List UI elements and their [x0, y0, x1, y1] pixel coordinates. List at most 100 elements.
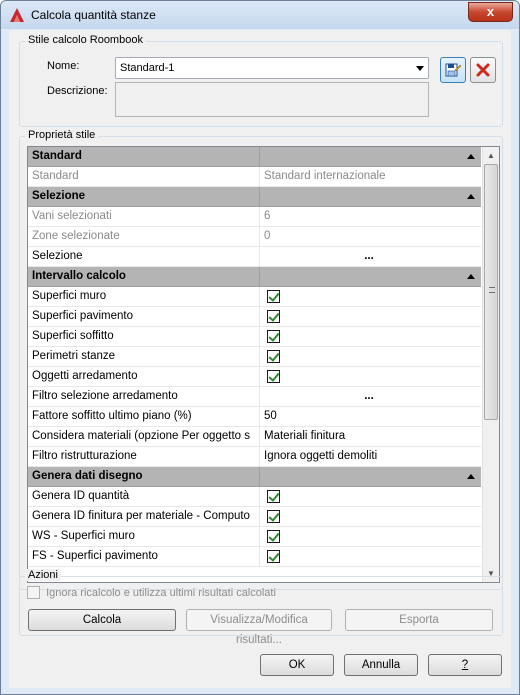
property-row[interactable]: Superfici soffitto — [28, 327, 481, 347]
property-value: Standard internazionale — [264, 170, 386, 182]
property-row[interactable]: Genera ID finitura per materiale - Compu… — [28, 507, 481, 527]
property-row[interactable]: Zone selezionate 0 — [28, 227, 481, 247]
property-value[interactable]: 50 — [261, 407, 481, 427]
category-label: Selezione — [28, 187, 260, 207]
vertical-scrollbar[interactable]: ▲ ▼ — [482, 147, 499, 582]
properties-group-label: Proprietà stile — [25, 129, 99, 141]
property-checkbox-cell[interactable] — [261, 527, 481, 547]
checked-checkbox-icon[interactable] — [267, 370, 280, 383]
actions-group-label: Azioni — [25, 569, 61, 581]
category-label: Standard — [28, 147, 260, 167]
ignore-recalc-checkbox[interactable]: Ignora ricalcolo e utilizza ultimi risul… — [27, 586, 276, 599]
checked-checkbox-icon[interactable] — [267, 290, 280, 303]
property-name: Superfici muro — [28, 287, 260, 307]
scroll-thumb[interactable] — [484, 164, 498, 420]
category-label: Intervallo calcolo — [28, 267, 260, 287]
red-x-icon — [476, 63, 490, 77]
description-label: Descrizione: — [47, 85, 108, 97]
property-checkbox-cell[interactable] — [261, 307, 481, 327]
property-checkbox-cell[interactable] — [261, 327, 481, 347]
property-name: Genera ID quantità — [28, 487, 260, 507]
property-row[interactable]: Standard Standard internazionale — [28, 167, 481, 187]
property-name: Vani selezionati — [28, 207, 260, 227]
property-checkbox-cell[interactable] — [261, 367, 481, 387]
help-button[interactable]: ? — [428, 654, 502, 676]
esporta-button[interactable]: Esporta — [345, 609, 493, 631]
property-value[interactable]: Materiali finitura — [261, 427, 481, 447]
checked-checkbox-icon[interactable] — [267, 330, 280, 343]
ellipsis-button[interactable]: ... — [261, 387, 481, 407]
property-checkbox-cell[interactable] — [261, 487, 481, 507]
ignore-recalc-label: Ignora ricalcolo e utilizza ultimi risul… — [46, 587, 276, 599]
category-label: Genera dati disegno — [28, 467, 260, 487]
category-row[interactable]: Genera dati disegno — [28, 467, 481, 487]
property-row[interactable]: Superfici muro — [28, 287, 481, 307]
category-row[interactable]: Intervallo calcolo — [28, 267, 481, 287]
autocad-a-icon — [10, 8, 24, 22]
scroll-up-arrow-icon[interactable]: ▲ — [483, 147, 499, 164]
properties-grid[interactable]: Standard Standard Standard internazionale S… — [27, 146, 500, 583]
property-name: FS - Superfici pavimento — [28, 547, 260, 567]
checked-checkbox-icon[interactable] — [267, 550, 280, 563]
property-value[interactable]: Ignora oggetti demoliti — [261, 447, 481, 467]
dialog-client-area: Stile calcolo Roombook Nome: Standard-1 … — [9, 30, 511, 688]
category-spacer — [261, 147, 481, 167]
property-name: Zone selezionate — [28, 227, 260, 247]
property-name: Filtro ristrutturazione — [28, 447, 260, 467]
category-row[interactable]: Standard — [28, 147, 481, 167]
property-checkbox-cell[interactable] — [261, 287, 481, 307]
category-spacer — [261, 467, 481, 487]
property-name: Oggetti arredamento — [28, 367, 260, 387]
property-row[interactable]: Vani selezionati 6 — [28, 207, 481, 227]
visualizza-modifica-button[interactable]: Visualizza/Modifica risultati... — [186, 609, 332, 646]
category-spacer — [261, 267, 481, 287]
ellipsis-button[interactable]: ... — [261, 247, 481, 267]
property-name: Standard — [28, 167, 260, 187]
ok-button[interactable]: OK — [260, 654, 334, 676]
property-row[interactable]: Selezione... — [28, 247, 481, 267]
delete-style-button[interactable] — [470, 57, 496, 83]
description-field — [115, 82, 429, 117]
property-checkbox-cell[interactable] — [261, 547, 481, 567]
property-row[interactable]: Fattore soffitto ultimo piano (%) 50 — [28, 407, 481, 427]
ellipsis-label[interactable]: ... — [264, 247, 474, 266]
property-row[interactable]: Superfici pavimento — [28, 307, 481, 327]
style-name-combo[interactable]: Standard-1 — [115, 57, 429, 79]
property-value: 0 — [264, 230, 271, 242]
name-label: Nome: — [47, 60, 80, 72]
dialog-window: Calcola quantità stanze x Stile calcolo … — [0, 0, 520, 695]
property-name: Genera ID finitura per materiale - Compu… — [28, 507, 260, 527]
property-row[interactable]: Filtro ristrutturazione Ignora oggetti de… — [28, 447, 481, 467]
property-checkbox-cell[interactable] — [261, 347, 481, 367]
property-row[interactable]: Oggetti arredamento — [28, 367, 481, 387]
property-name: Superfici soffitto — [28, 327, 260, 347]
checkbox-box[interactable] — [27, 586, 40, 599]
category-row[interactable]: Selezione — [28, 187, 481, 207]
checked-checkbox-icon[interactable] — [267, 490, 280, 503]
property-name: Selezione — [28, 247, 260, 267]
ellipsis-label[interactable]: ... — [264, 387, 474, 406]
checked-checkbox-icon[interactable] — [267, 530, 280, 543]
grip-icon — [489, 287, 495, 293]
property-name: Fattore soffitto ultimo piano (%) — [28, 407, 260, 427]
property-row[interactable]: Considera materiali (opzione Per oggetto… — [28, 427, 481, 447]
property-name: Considera materiali (opzione Per oggetto… — [28, 427, 260, 447]
property-row[interactable]: Filtro selezione arredamento... — [28, 387, 481, 407]
checked-checkbox-icon[interactable] — [267, 310, 280, 323]
checked-checkbox-icon[interactable] — [267, 510, 280, 523]
property-row[interactable]: Perimetri stanze — [28, 347, 481, 367]
property-checkbox-cell[interactable] — [261, 507, 481, 527]
save-style-button[interactable] — [440, 57, 466, 83]
calcola-button[interactable]: Calcola — [28, 609, 176, 631]
property-name: WS - Superfici muro — [28, 527, 260, 547]
property-rows: Standard Standard Standard internazionale S… — [28, 147, 481, 567]
annulla-button[interactable]: Annulla — [344, 654, 418, 676]
style-name-value: Standard-1 — [120, 62, 175, 74]
checked-checkbox-icon[interactable] — [267, 350, 280, 363]
property-row[interactable]: WS - Superfici muro — [28, 527, 481, 547]
property-row[interactable]: Genera ID quantità — [28, 487, 481, 507]
property-row[interactable]: FS - Superfici pavimento — [28, 547, 481, 567]
title-bar[interactable]: Calcola quantità stanze x — [1, 1, 519, 29]
chevron-down-icon[interactable] — [416, 66, 424, 71]
close-button[interactable]: x — [468, 2, 513, 22]
